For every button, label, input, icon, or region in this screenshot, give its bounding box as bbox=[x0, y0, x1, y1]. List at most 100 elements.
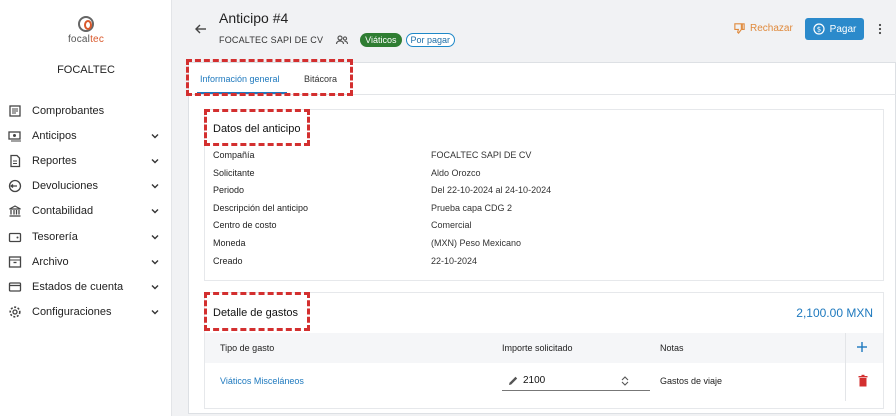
back-arrow-icon[interactable] bbox=[194, 22, 208, 36]
chevron-down-icon bbox=[150, 257, 160, 267]
logo-text-prefix: focal bbox=[67, 34, 91, 45]
detail-row: Periodo Del 22-10-2024 al 24-10-2024 bbox=[213, 185, 873, 202]
organization-name: FOCALTEC SAPI DE CV bbox=[219, 35, 324, 45]
detail-row: Centro de costo Comercial bbox=[213, 220, 873, 237]
detail-key: Centro de costo bbox=[213, 220, 277, 231]
column-header: Tipo de gasto bbox=[220, 343, 275, 353]
detail-value: FOCALTEC SAPI DE CV bbox=[431, 150, 532, 160]
sidebar-item-label: Tesorería bbox=[32, 230, 78, 243]
spin-arrows-icon[interactable] bbox=[620, 375, 630, 387]
delete-icon[interactable] bbox=[857, 374, 869, 388]
detail-value: 22-10-2024 bbox=[431, 255, 478, 266]
content-card: Información general Bitácora Datos del a… bbox=[186, 59, 896, 414]
detail-row: Moneda (MXN) Peso Mexicano bbox=[213, 238, 873, 255]
expense-type-link[interactable]: Viáticos Misceláneos bbox=[220, 376, 304, 386]
highlight-tabs bbox=[186, 59, 353, 96]
receipt-icon bbox=[8, 104, 22, 118]
bank-icon bbox=[8, 204, 22, 218]
detail-key: Periodo bbox=[213, 185, 245, 196]
detail-value: Comercial bbox=[431, 220, 472, 231]
detail-key: Moneda bbox=[213, 238, 246, 248]
add-expense-icon[interactable] bbox=[855, 340, 869, 354]
amount-input[interactable] bbox=[523, 375, 603, 386]
sidebar-item-label: Archivo bbox=[32, 255, 69, 268]
sidebar: focaltec FOCALTEC Comprobantes Anticipos… bbox=[0, 0, 172, 416]
detail-row: Compañía FOCALTEC SAPI DE CV bbox=[213, 150, 873, 167]
chevron-down-icon bbox=[150, 131, 160, 141]
gear-icon bbox=[8, 305, 22, 319]
sidebar-item-label: Comprobantes bbox=[32, 104, 105, 117]
people-icon bbox=[336, 35, 349, 45]
sidebar-item-label: Contabilidad bbox=[32, 205, 94, 218]
sidebar-item-label: Devoluciones bbox=[32, 180, 99, 193]
detail-value: (MXN) Peso Mexicano bbox=[431, 238, 522, 248]
pay-button[interactable]: $ Pagar bbox=[805, 18, 864, 40]
detail-key: Creado bbox=[213, 255, 243, 266]
reject-button[interactable]: Rechazar bbox=[733, 22, 793, 35]
detail-value: Prueba capa CDG 2 bbox=[431, 202, 513, 213]
return-icon bbox=[8, 179, 22, 193]
pencil-icon bbox=[509, 376, 518, 385]
thumb-down-icon bbox=[734, 23, 745, 34]
chevron-down-icon bbox=[150, 307, 160, 317]
sidebar-item-label: Configuraciones bbox=[32, 306, 112, 319]
status-badge: Por pagar bbox=[405, 33, 456, 47]
amount-field[interactable] bbox=[502, 371, 650, 391]
chevron-down-icon bbox=[150, 282, 160, 292]
chevron-down-icon bbox=[150, 206, 160, 216]
column-header: Importe solicitado bbox=[502, 343, 573, 353]
reject-label: Rechazar bbox=[750, 23, 793, 34]
archive-icon bbox=[8, 255, 22, 269]
page-header: Anticipo #4 FOCALTEC SAPI DE CV Viáticos… bbox=[172, 0, 896, 58]
highlight-details-title bbox=[204, 109, 310, 146]
detail-row: Solicitante Aldo Orozco bbox=[213, 168, 873, 185]
advance-details-section: Datos del anticipo Compañía FOCALTEC SAPI… bbox=[204, 109, 884, 281]
sidebar-item-label: Anticipos bbox=[32, 129, 77, 142]
company-name: FOCALTEC bbox=[57, 64, 115, 76]
sidebar-item-estados-de-cuenta[interactable]: Estados de cuenta bbox=[0, 274, 172, 299]
sidebar-item-archivo[interactable]: Archivo bbox=[0, 249, 172, 274]
logo-text-accent: tec bbox=[90, 34, 105, 45]
money-icon: $ bbox=[813, 23, 825, 35]
page-title: Anticipo #4 bbox=[219, 10, 289, 26]
sidebar-item-tesoreria[interactable]: Tesorería bbox=[0, 224, 172, 249]
sidebar-nav: Comprobantes Anticipos Reportes Devoluci… bbox=[0, 98, 172, 325]
detail-row: Creado 22-10-2024 bbox=[213, 256, 873, 273]
svg-text:$: $ bbox=[816, 26, 820, 34]
wallet-icon bbox=[8, 230, 22, 244]
expenses-total: 2,100.00 MXN bbox=[796, 306, 873, 320]
detail-value: Aldo Orozco bbox=[431, 167, 481, 178]
chevron-down-icon bbox=[150, 181, 160, 191]
card-icon bbox=[8, 280, 22, 294]
sidebar-item-label: Reportes bbox=[32, 154, 77, 167]
sidebar-item-anticipos[interactable]: Anticipos bbox=[0, 123, 172, 148]
sidebar-item-reportes[interactable]: Reportes bbox=[0, 148, 172, 173]
column-header: Notas bbox=[660, 343, 684, 353]
focaltec-logo: focaltec bbox=[60, 16, 112, 45]
expense-details-section: Detalle de gastos 2,100.00 MXN Tipo de g… bbox=[204, 292, 884, 409]
detail-key: Compañía bbox=[213, 150, 255, 160]
header-subline: FOCALTEC SAPI DE CV Viáticos Por pagar bbox=[219, 33, 456, 47]
sidebar-item-comprobantes[interactable]: Comprobantes bbox=[0, 98, 172, 123]
logo-mark-icon bbox=[78, 16, 94, 32]
table-row: Viáticos Misceláneos Gastos de viaje bbox=[205, 363, 883, 401]
detail-key: Solicitante bbox=[213, 167, 255, 178]
type-chip: Viáticos bbox=[360, 33, 402, 47]
chevron-down-icon bbox=[150, 232, 160, 242]
chevron-down-icon bbox=[150, 156, 160, 166]
report-icon bbox=[8, 154, 22, 168]
more-options-icon[interactable] bbox=[874, 23, 886, 35]
payments-icon bbox=[8, 129, 22, 143]
sidebar-item-configuraciones[interactable]: Configuraciones bbox=[0, 300, 172, 325]
detail-key: Descripción del anticipo bbox=[213, 202, 309, 213]
sidebar-item-label: Estados de cuenta bbox=[32, 280, 124, 293]
detail-value: Del 22-10-2024 al 24-10-2024 bbox=[431, 185, 552, 196]
pay-label: Pagar bbox=[829, 23, 857, 35]
expense-notes: Gastos de viaje bbox=[660, 376, 723, 386]
main-content: Anticipo #4 FOCALTEC SAPI DE CV Viáticos… bbox=[172, 0, 896, 416]
table-header: Tipo de gasto Importe solicitado Notas bbox=[205, 333, 883, 363]
highlight-expenses-title bbox=[204, 292, 310, 331]
detail-row: Descripción del anticipo Prueba capa CDG … bbox=[213, 203, 873, 220]
sidebar-item-contabilidad[interactable]: Contabilidad bbox=[0, 199, 172, 224]
sidebar-item-devoluciones[interactable]: Devoluciones bbox=[0, 174, 172, 199]
